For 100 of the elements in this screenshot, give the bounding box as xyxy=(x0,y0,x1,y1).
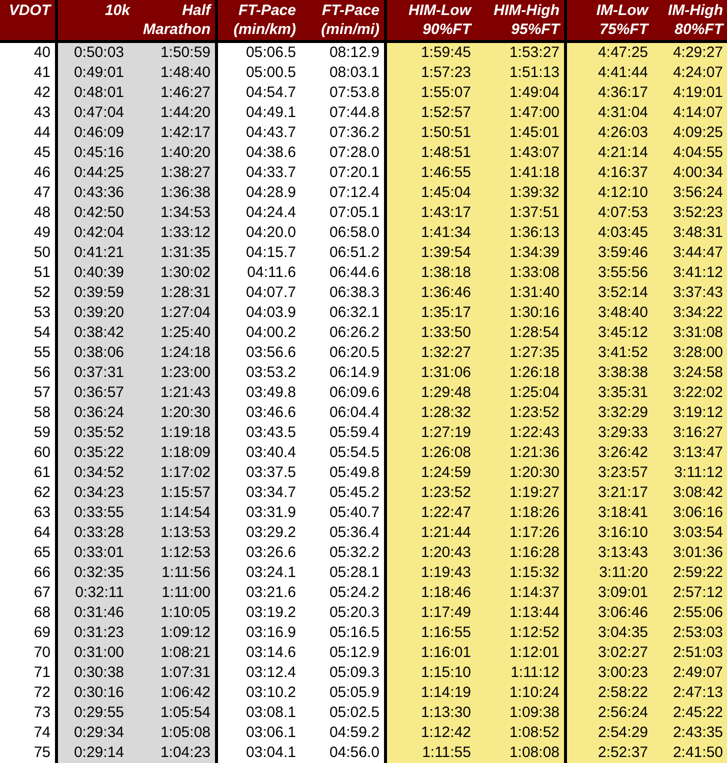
table-cell: 3:59:46 xyxy=(565,242,652,262)
table-cell: 3:03:54 xyxy=(652,522,727,542)
table-cell: 1:52:57 xyxy=(385,102,475,122)
column-header: VDOT xyxy=(0,0,56,41)
table-cell: 1:05:08 xyxy=(134,722,216,742)
table-cell: 1:18:26 xyxy=(475,502,565,522)
table-cell: 3:56:24 xyxy=(652,182,727,202)
table-cell: 3:02:27 xyxy=(565,642,652,662)
table-cell: 1:20:30 xyxy=(134,402,216,422)
table-cell: 1:13:30 xyxy=(385,702,475,722)
table-cell: 1:26:08 xyxy=(385,442,475,462)
table-cell: 1:33:12 xyxy=(134,222,216,242)
table-cell: 1:53:27 xyxy=(475,41,565,62)
table-cell: 3:52:14 xyxy=(565,282,652,302)
table-cell: 1:24:18 xyxy=(134,342,216,362)
table-cell: 1:11:55 xyxy=(385,742,475,762)
table-cell: 0:31:46 xyxy=(56,602,134,622)
table-cell: 1:29:48 xyxy=(385,382,475,402)
table-cell: 0:30:38 xyxy=(56,662,134,682)
table-cell: 40 xyxy=(0,41,56,62)
table-cell: 1:27:35 xyxy=(475,342,565,362)
table-cell: 3:06:16 xyxy=(652,502,727,522)
table-cell: 2:58:22 xyxy=(565,682,652,702)
table-cell: 1:14:54 xyxy=(134,502,216,522)
table-cell: 1:36:13 xyxy=(475,222,565,242)
table-cell: 1:33:08 xyxy=(475,262,565,282)
table-cell: 3:32:29 xyxy=(565,402,652,422)
table-cell: 3:19:12 xyxy=(652,402,727,422)
table-cell: 1:17:49 xyxy=(385,602,475,622)
table-cell: 3:35:31 xyxy=(565,382,652,402)
table-cell: 2:45:22 xyxy=(652,702,727,722)
table-cell: 1:43:17 xyxy=(385,202,475,222)
table-cell: 1:12:52 xyxy=(475,622,565,642)
table-cell: 3:34:22 xyxy=(652,302,727,322)
table-cell: 3:21:17 xyxy=(565,482,652,502)
table-cell: 1:28:32 xyxy=(385,402,475,422)
table-cell: 1:05:54 xyxy=(134,702,216,722)
table-cell: 1:50:51 xyxy=(385,122,475,142)
table-cell: 4:12:10 xyxy=(565,182,652,202)
table-cell: 4:31:04 xyxy=(565,102,652,122)
table-cell: 0:39:20 xyxy=(56,302,134,322)
table-cell: 0:35:22 xyxy=(56,442,134,462)
table-cell: 1:11:00 xyxy=(134,582,216,602)
table-cell: 3:31:08 xyxy=(652,322,727,342)
table-cell: 3:06:46 xyxy=(565,602,652,622)
table-cell: 3:44:47 xyxy=(652,242,727,262)
table-cell: 1:15:32 xyxy=(475,562,565,582)
table-cell: 1:32:27 xyxy=(385,342,475,362)
table-cell: 3:24:58 xyxy=(652,362,727,382)
table-cell: 1:23:00 xyxy=(134,362,216,382)
table-cell: 1:41:18 xyxy=(475,162,565,182)
table-cell: 1:08:08 xyxy=(475,742,565,762)
table-cell: 1:39:32 xyxy=(475,182,565,202)
table-cell: 0:33:55 xyxy=(56,502,134,522)
table-cell: 3:23:57 xyxy=(565,462,652,482)
table-cell: 1:08:21 xyxy=(134,642,216,662)
table-cell: 3:16:27 xyxy=(652,422,727,442)
table-cell: 1:23:52 xyxy=(475,402,565,422)
table-cell: 1:46:27 xyxy=(134,82,216,102)
table-cell: 1:17:26 xyxy=(475,522,565,542)
table-cell: 0:29:55 xyxy=(56,702,134,722)
table-cell: 1:12:42 xyxy=(385,722,475,742)
table-cell: 1:09:12 xyxy=(134,622,216,642)
table-cell: 0:35:52 xyxy=(56,422,134,442)
table-cell: 0:42:50 xyxy=(56,202,134,222)
table-cell: 0:38:42 xyxy=(56,322,134,342)
table-cell: 3:48:40 xyxy=(565,302,652,322)
table-cell: 3:41:52 xyxy=(565,342,652,362)
table-cell: 3:01:36 xyxy=(652,542,727,562)
table-cell: 1:39:54 xyxy=(385,242,475,262)
table-cell: 0:29:34 xyxy=(56,722,134,742)
table-cell: 0:31:00 xyxy=(56,642,134,662)
table-cell: 2:51:03 xyxy=(652,642,727,662)
table-cell: 0:39:59 xyxy=(56,282,134,302)
table-cell: 0:46:09 xyxy=(56,122,134,142)
table-cell: 3:26:42 xyxy=(565,442,652,462)
table-cell: 1:25:04 xyxy=(475,382,565,402)
table-cell: 1:42:17 xyxy=(134,122,216,142)
table-cell: 1:13:53 xyxy=(134,522,216,542)
table-cell: 1:11:56 xyxy=(134,562,216,582)
table-cell: 1:30:16 xyxy=(475,302,565,322)
table-cell: 1:22:43 xyxy=(475,422,565,442)
table-cell: 4:29:27 xyxy=(652,41,727,62)
table-cell: 2:56:24 xyxy=(565,702,652,722)
table-cell: 0:31:23 xyxy=(56,622,134,642)
table-cell: 1:21:43 xyxy=(134,382,216,402)
table-cell: 4:24:07 xyxy=(652,62,727,82)
column-header: Half Marathon xyxy=(134,0,216,41)
table-cell: 1:48:40 xyxy=(134,62,216,82)
table-cell: 0:29:14 xyxy=(56,742,134,762)
table-cell: 3:13:43 xyxy=(565,542,652,562)
table-cell: 1:10:05 xyxy=(134,602,216,622)
table-cell: 4:41:44 xyxy=(565,62,652,82)
table-cell: 1:11:12 xyxy=(475,662,565,682)
table-cell: 1:17:02 xyxy=(134,462,216,482)
table-cell: 1:38:18 xyxy=(385,262,475,282)
table-cell: 0:44:25 xyxy=(56,162,134,182)
table-cell: 1:20:43 xyxy=(385,542,475,562)
table-cell: 2:52:37 xyxy=(565,742,652,762)
table-cell: 0:34:23 xyxy=(56,482,134,502)
